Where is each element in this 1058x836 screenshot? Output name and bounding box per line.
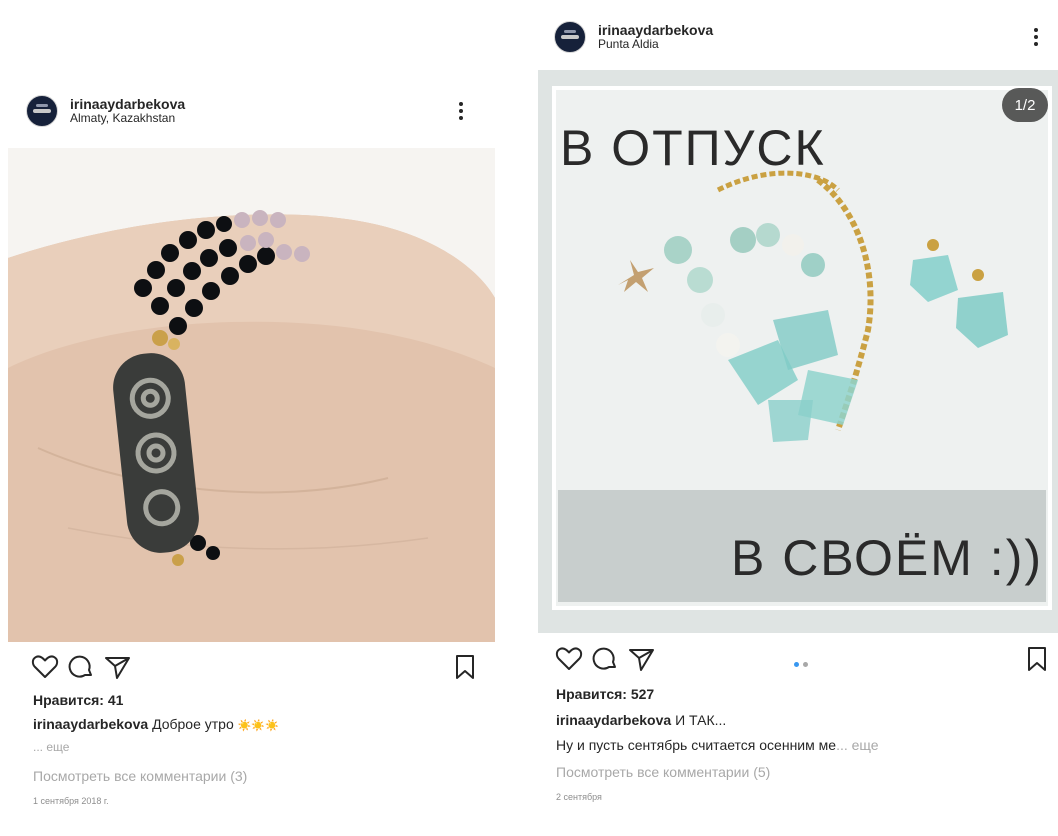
likes-count[interactable]: Нравится: 527 [556, 686, 654, 702]
caption-emoji: ☀️☀️☀️ [237, 720, 279, 732]
caption-text: И ТАК... [675, 712, 727, 728]
post-card: irinaaydarbekova Punta Aldia В ОТПУСК В … [538, 0, 1058, 836]
caption: irinaaydarbekova И ТАК... [556, 712, 726, 728]
caption-more-link[interactable]: ... еще [33, 740, 69, 754]
post-header: irinaaydarbekova Punta Aldia [538, 12, 1058, 62]
likes-count[interactable]: Нравится: 41 [33, 692, 123, 708]
share-icon[interactable] [102, 652, 132, 682]
more-options-icon[interactable] [1026, 26, 1046, 48]
heart-icon[interactable] [554, 644, 584, 674]
more-options-icon[interactable] [451, 100, 471, 122]
username-link[interactable]: irinaaydarbekova [70, 96, 185, 112]
post-card: irinaaydarbekova Almaty, Kazakhstan Нрав… [8, 78, 495, 828]
carousel-dot[interactable] [803, 662, 808, 667]
post-photo-bracelet[interactable] [8, 148, 495, 642]
post-date: 2 сентября [556, 792, 602, 802]
comment-icon[interactable] [590, 644, 620, 674]
post-date: 1 сентября 2018 г. [33, 796, 109, 806]
username-link[interactable]: irinaaydarbekova [598, 22, 713, 38]
location-link[interactable]: Punta Aldia [598, 37, 713, 52]
caption-text: Доброе утро [152, 716, 234, 732]
carousel-counter: 1/2 [1002, 88, 1048, 122]
post-actions [8, 648, 495, 688]
author-block: irinaaydarbekova Punta Aldia [598, 22, 713, 52]
post-photo-jewelry[interactable]: В ОТПУСК В СВОЁМ :)) 1/2 [538, 70, 1058, 633]
caption-username[interactable]: irinaaydarbekova [33, 716, 148, 732]
carousel-indicator[interactable] [794, 662, 808, 667]
author-block: irinaaydarbekova Almaty, Kazakhstan [70, 96, 185, 126]
bookmark-icon[interactable] [1022, 644, 1052, 674]
image-caption-bottom: В СВОЁМ :)) [731, 530, 1043, 586]
caption-text-continued: Ну и пусть сентябрь считается осенним ме [556, 737, 837, 753]
post-actions [538, 640, 1058, 680]
post-header: irinaaydarbekova Almaty, Kazakhstan [8, 86, 495, 136]
heart-icon[interactable] [30, 652, 60, 682]
view-all-comments-link[interactable]: Посмотреть все комментарии (5) [556, 764, 770, 780]
caption-line2: Ну и пусть сентябрь считается осенним ме… [556, 737, 879, 753]
comment-icon[interactable] [66, 652, 96, 682]
caption-username[interactable]: irinaaydarbekova [556, 712, 671, 728]
bookmark-icon[interactable] [450, 652, 480, 682]
view-all-comments-link[interactable]: Посмотреть все комментарии (3) [33, 768, 247, 784]
image-caption-top: В ОТПУСК [560, 120, 826, 176]
location-link[interactable]: Almaty, Kazakhstan [70, 111, 185, 126]
caption-more-link[interactable]: ... еще [836, 737, 879, 753]
caption: irinaaydarbekova Доброе утро ☀️☀️☀️ [33, 716, 279, 732]
avatar[interactable] [26, 95, 58, 127]
carousel-dot-active[interactable] [794, 662, 799, 667]
avatar[interactable] [554, 21, 586, 53]
share-icon[interactable] [626, 644, 656, 674]
